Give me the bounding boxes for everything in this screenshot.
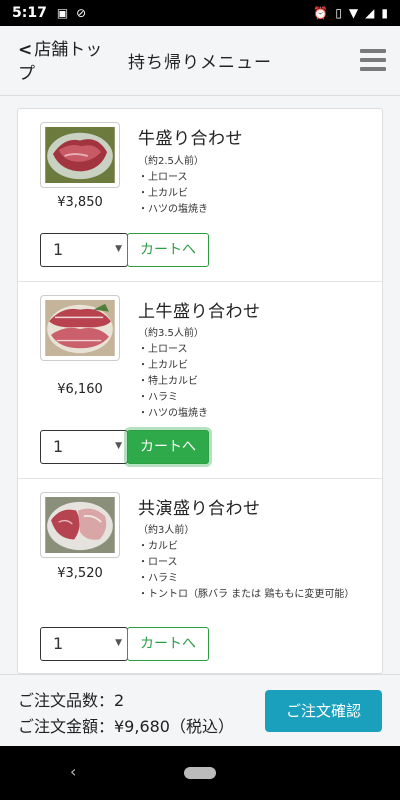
item-price: ¥6,160	[57, 382, 103, 397]
dropdown-arrow-icon: ▼	[115, 244, 122, 254]
item-description: （約3人前） ・カルビ ・ロース ・ハラミ ・トントロ（豚バラ または 鶏ももに…	[138, 523, 368, 603]
list-item: ¥6,160 上牛盛り合わせ （約3.5人前） ・上ロース ・上カルビ ・特上カ…	[18, 282, 382, 479]
item-photo	[40, 295, 120, 361]
page-title: 持ち帰りメニュー	[128, 53, 272, 73]
item-content: ・ロース	[138, 557, 178, 568]
item-name: 牛盛り合わせ	[138, 129, 243, 149]
item-content: ・上ロース	[138, 344, 188, 355]
menu-list: ¥3,850 牛盛り合わせ （約2.5人前） ・上ロース ・上カルビ ・ハツの塩…	[17, 108, 383, 674]
item-content: ・トントロ（豚バラ または 鶏ももに変更可能）	[138, 589, 355, 600]
order-total: ご注文金額：¥9,680（税込）	[18, 717, 234, 736]
item-content: ・特上カルビ	[138, 376, 198, 387]
item-servings: （約3.5人前）	[138, 328, 204, 339]
item-photo	[40, 492, 120, 558]
item-content: ・カルビ	[138, 541, 178, 552]
item-description: （約3.5人前） ・上ロース ・上カルビ ・特上カルビ ・ハラミ ・ハツの塩焼き	[138, 326, 368, 422]
order-summary-bar: ご注文品数：2 ご注文金額：¥9,680（税込） ご注文確認	[0, 674, 400, 746]
nav-home-icon[interactable]	[184, 767, 216, 779]
dropdown-arrow-icon: ▼	[115, 441, 122, 451]
item-content: ・ハツの塩焼き	[138, 408, 208, 419]
dropdown-arrow-icon: ▼	[115, 638, 122, 648]
item-description: （約2.5人前） ・上ロース ・上カルビ ・ハツの塩焼き	[138, 154, 368, 218]
item-content: ・上カルビ	[138, 360, 188, 371]
quantity-value: 1	[53, 240, 64, 259]
back-to-store-link[interactable]: < 店舗トップ	[18, 38, 118, 86]
item-content: ・ハツの塩焼き	[138, 204, 208, 215]
item-photo	[40, 122, 120, 188]
wifi-icon: ▼	[348, 6, 359, 20]
item-content: ・ハラミ	[138, 392, 178, 403]
add-to-cart-button[interactable]: カートへ	[127, 233, 209, 267]
list-item: ¥3,850 牛盛り合わせ （約2.5人前） ・上ロース ・上カルビ ・ハツの塩…	[18, 109, 382, 282]
battery-icon: ▮	[381, 6, 388, 20]
app-header: < 店舗トップ 持ち帰りメニュー	[0, 26, 400, 96]
quantity-select[interactable]: 1 ▼	[40, 233, 128, 267]
add-to-cart-button[interactable]: カートへ	[127, 430, 209, 464]
alarm-icon: ⏰	[313, 6, 329, 20]
quantity-value: 1	[53, 634, 64, 653]
item-name: 上牛盛り合わせ	[138, 302, 261, 322]
status-bar: 5:17 ▣ ⊘ ⏰ ▯ ▼ ◢ ▮	[0, 0, 400, 26]
vibrate-icon: ▯	[335, 6, 342, 20]
dnd-notification-icon: ⊘	[76, 6, 87, 20]
item-name: 共演盛り合わせ	[138, 499, 261, 519]
quantity-select[interactable]: 1 ▼	[40, 430, 128, 464]
order-count: ご注文品数：2	[18, 691, 125, 710]
image-notification-icon: ▣	[56, 6, 69, 20]
item-servings: （約3人前）	[138, 525, 195, 536]
menu-icon[interactable]	[360, 49, 386, 71]
list-item: ¥3,520 共演盛り合わせ （約3人前） ・カルビ ・ロース ・ハラミ ・トン…	[18, 479, 382, 673]
quantity-select[interactable]: 1 ▼	[40, 627, 128, 661]
confirm-order-button[interactable]: ご注文確認	[265, 690, 382, 732]
status-time: 5:17	[12, 5, 47, 21]
chevron-left-icon: <	[18, 40, 33, 60]
item-servings: （約2.5人前）	[138, 156, 204, 167]
item-content: ・ハラミ	[138, 573, 178, 584]
system-nav-bar: ‹	[0, 746, 400, 800]
signal-icon: ◢	[365, 6, 375, 20]
nav-back-icon[interactable]: ‹	[70, 762, 76, 781]
item-content: ・上カルビ	[138, 188, 188, 199]
item-price: ¥3,850	[57, 195, 103, 210]
item-content: ・上ロース	[138, 172, 188, 183]
item-price: ¥3,520	[57, 566, 103, 581]
add-to-cart-button[interactable]: カートへ	[127, 627, 209, 661]
quantity-value: 1	[53, 437, 64, 456]
